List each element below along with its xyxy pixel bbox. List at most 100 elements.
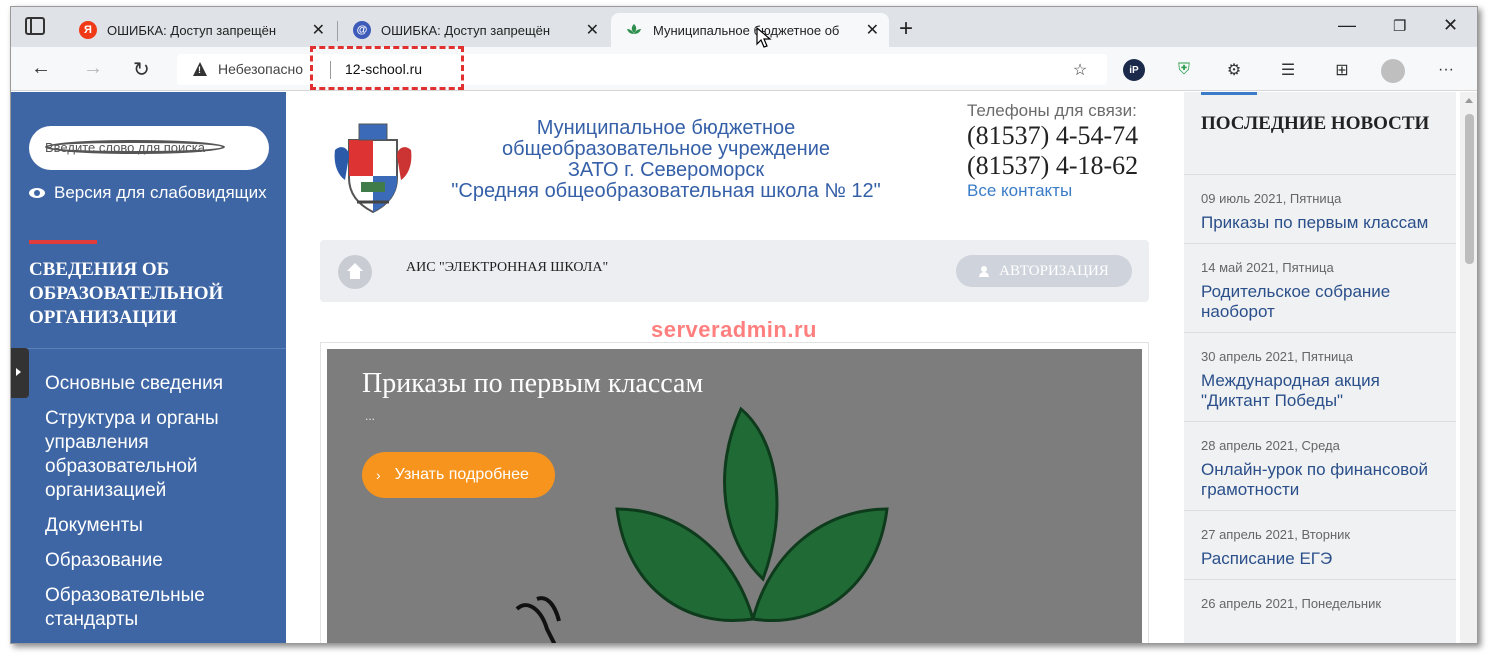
sprout-image xyxy=(515,406,889,643)
eye-icon xyxy=(29,188,45,198)
tab-strip: Я ОШИБКА: Доступ запрещён ✕ @ ОШИБКА: До… xyxy=(11,7,1477,47)
authorization-label: АВТОРИЗАЦИЯ xyxy=(999,262,1109,279)
yandex-icon: Я xyxy=(79,21,97,39)
school-name-line: Муниципальное бюджетное xyxy=(536,117,796,139)
news-date: 30 апрель 2021, Пятница xyxy=(1201,349,1353,364)
tab-yandex-error[interactable]: Я ОШИБКА: Доступ запрещён ✕ xyxy=(65,13,335,47)
tab-label: Муниципальное бюджетное об xyxy=(653,22,840,38)
tab-separator xyxy=(337,21,338,41)
tab-actions-icon[interactable] xyxy=(25,17,45,35)
school-name[interactable]: Муниципальное бюджетное общеобразователь… xyxy=(421,118,911,202)
close-icon[interactable]: ✕ xyxy=(586,20,599,40)
news-date: 09 июль 2021, Пятница xyxy=(1201,191,1342,206)
page-scrollbar[interactable] xyxy=(1460,92,1477,643)
sidebar-heading: СВЕДЕНИЯ ОБ ОБРАЗОВАТЕЛЬНОЙ ОРГАНИЗАЦИИ xyxy=(29,259,224,328)
phones-label: Телефоны для связи: xyxy=(967,101,1137,120)
slide-title[interactable]: Приказы по первым классам xyxy=(362,368,703,400)
address-bar: ← → ↻ Небезопасно 12-school.ru ☆ iP ⛨ ⚙ … xyxy=(11,47,1477,91)
school-name-line: "Средняя общеобразовательная школа № 12" xyxy=(451,180,881,202)
school-emblem-logo[interactable] xyxy=(331,120,415,218)
news-heading: ПОСЛЕДНИЕ НОВОСТИ xyxy=(1201,113,1430,134)
sidebar-toggle-icon[interactable] xyxy=(11,348,29,398)
browser-window: Я ОШИБКА: Доступ запрещён ✕ @ ОШИБКА: До… xyxy=(10,6,1478,644)
low-vision-link[interactable]: Версия для слабовидящих xyxy=(29,183,267,203)
news-link[interactable]: Международная акция "Диктант Победы" xyxy=(1201,371,1446,411)
warning-icon[interactable] xyxy=(193,62,207,76)
extensions-icon[interactable]: ⚙ xyxy=(1223,59,1245,81)
sidebar-menu: Основные сведения Структура и органы упр… xyxy=(45,372,280,643)
user-icon xyxy=(979,265,990,277)
scroll-thumb[interactable] xyxy=(1465,114,1474,264)
news-link[interactable]: Онлайн-урок по финансовой грамотности xyxy=(1201,460,1446,500)
more-menu-icon[interactable]: ··· xyxy=(1435,59,1457,81)
news-item[interactable]: 27 апрель 2021, Вторник Расписание ЕГЭ xyxy=(1184,510,1456,579)
close-icon[interactable]: ✕ xyxy=(312,20,325,40)
minimize-icon[interactable]: — xyxy=(1338,15,1356,36)
read-more-label: Узнать подробнее xyxy=(394,466,529,483)
ip-extension-icon[interactable]: iP xyxy=(1123,59,1145,81)
sidebar-item-standards[interactable]: Образовательные стандарты xyxy=(45,584,280,632)
close-icon[interactable]: ✕ xyxy=(866,20,879,40)
school-name-line: общеобразовательное учреждение xyxy=(502,138,830,160)
sidebar-item-structure[interactable]: Структура и органы управления образовате… xyxy=(45,407,280,503)
news-link[interactable]: Расписание ЕГЭ xyxy=(1201,549,1446,569)
tab-school-active[interactable]: Муниципальное бюджетное об ✕ xyxy=(611,13,889,47)
restore-icon[interactable]: ❐ xyxy=(1393,17,1406,35)
latest-news: ПОСЛЕДНИЕ НОВОСТИ 09 июль 2021, Пятница … xyxy=(1184,92,1456,643)
add-favorite-icon[interactable]: ☆ xyxy=(1069,59,1091,81)
news-item[interactable]: 14 май 2021, Пятница Родительское собран… xyxy=(1184,243,1456,332)
phone-number: (81537) 4-18-62 xyxy=(967,151,1139,180)
security-label[interactable]: Небезопасно xyxy=(218,61,303,77)
news-slider: Приказы по первым классам ... › Узнать п… xyxy=(327,349,1142,643)
authorization-button[interactable]: АВТОРИЗАЦИЯ xyxy=(956,255,1132,287)
tab-label: ОШИБКА: Доступ запрещён xyxy=(381,22,551,38)
home-icon[interactable] xyxy=(338,255,372,289)
url-highlight-annotation xyxy=(310,46,464,90)
collections-icon[interactable]: ⊞ xyxy=(1331,59,1353,81)
accent-bar xyxy=(29,240,97,244)
forward-icon[interactable]: → xyxy=(83,57,103,80)
tab-label: ОШИБКА: Доступ запрещён xyxy=(107,22,277,38)
sidebar-item-education[interactable]: Образование xyxy=(45,549,280,573)
sidebar-item-documents[interactable]: Документы xyxy=(45,514,280,538)
news-item[interactable]: 26 апрель 2021, Понедельник xyxy=(1184,579,1456,628)
mail-at-icon: @ xyxy=(353,21,371,39)
search-icon[interactable] xyxy=(45,140,225,154)
news-accent-bar xyxy=(1201,92,1257,95)
sidebar-item-main-info[interactable]: Основные сведения xyxy=(45,372,280,396)
chevron-right-icon: › xyxy=(376,467,381,483)
ais-link[interactable]: АИС "ЭЛЕКТРОННАЯ ШКОЛА" xyxy=(406,260,608,276)
news-date: 28 апрель 2021, Среда xyxy=(1201,438,1340,453)
read-more-button[interactable]: › Узнать подробнее xyxy=(362,452,555,498)
refresh-icon[interactable]: ↻ xyxy=(133,57,150,82)
news-date: 26 апрель 2021, Понедельник xyxy=(1201,596,1382,611)
contact-phones: Телефоны для связи: (81537) 4-54-74 (815… xyxy=(967,101,1167,201)
news-item[interactable]: 30 апрель 2021, Пятница Международная ак… xyxy=(1184,332,1456,421)
news-link[interactable]: Приказы по первым классам xyxy=(1201,213,1446,233)
left-sidebar: Введите слово для поиска Версия для слаб… xyxy=(11,92,286,643)
page-viewport: Введите слово для поиска Версия для слаб… xyxy=(11,92,1477,643)
school-name-line: ЗАТО г. Североморск xyxy=(567,159,765,181)
news-list: 09 июль 2021, Пятница Приказы по первым … xyxy=(1184,174,1456,628)
news-date: 14 май 2021, Пятница xyxy=(1201,260,1334,275)
back-icon[interactable]: ← xyxy=(31,57,51,80)
mouse-cursor-icon xyxy=(756,27,772,48)
search-input[interactable]: Введите слово для поиска xyxy=(29,126,269,170)
favorites-icon[interactable]: ☰ xyxy=(1277,59,1299,81)
low-vision-label: Версия для слабовидящих xyxy=(54,183,267,202)
news-date: 27 апрель 2021, Вторник xyxy=(1201,527,1351,542)
ais-bar: АИС "ЭЛЕКТРОННАЯ ШКОЛА" АВТОРИЗАЦИЯ xyxy=(320,240,1149,302)
profile-avatar-icon[interactable] xyxy=(1381,59,1405,83)
all-contacts-link[interactable]: Все контакты xyxy=(967,181,1167,201)
slide-excerpt: ... xyxy=(365,409,376,423)
news-link[interactable]: Родительское собрание наоборот xyxy=(1201,282,1446,322)
tab-mail-error[interactable]: @ ОШИБКА: Доступ запрещён ✕ xyxy=(339,13,609,47)
new-tab-button[interactable]: + xyxy=(899,15,913,43)
news-item[interactable]: 28 апрель 2021, Среда Онлайн-урок по фин… xyxy=(1184,421,1456,510)
sidebar-divider xyxy=(11,348,286,349)
watermark: serveradmin.ru xyxy=(651,317,817,342)
window-close-icon[interactable]: ✕ xyxy=(1443,15,1458,36)
shield-extension-icon[interactable]: ⛨ xyxy=(1173,59,1195,81)
news-item[interactable]: 09 июль 2021, Пятница Приказы по первым … xyxy=(1184,174,1456,243)
scroll-up-icon[interactable] xyxy=(1465,98,1473,103)
